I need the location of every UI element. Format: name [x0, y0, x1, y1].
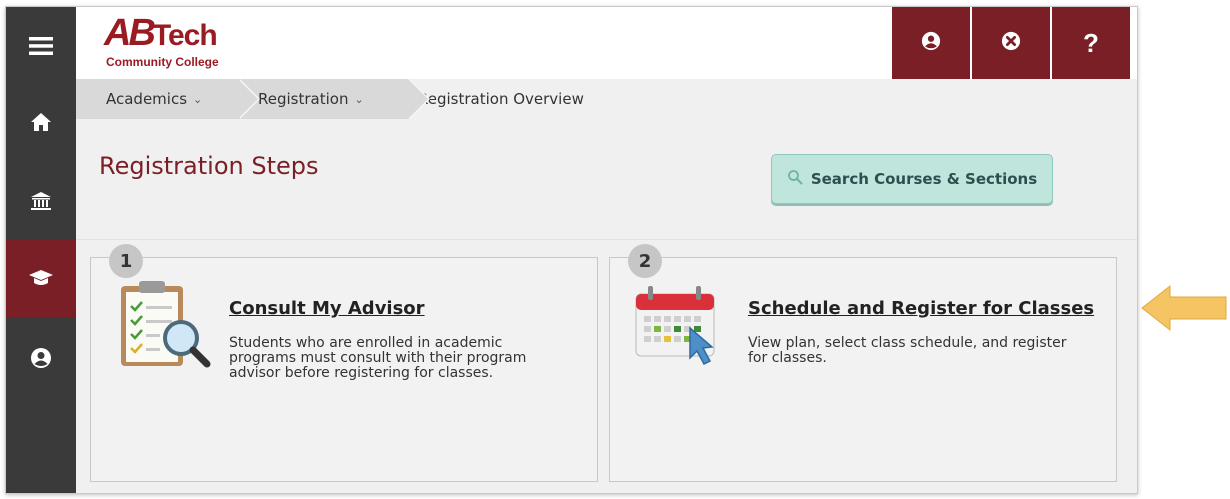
profile-button[interactable]	[892, 7, 970, 79]
chevron-down-icon: ⌄	[354, 92, 364, 106]
step-description: Students who are enrolled in academic pr…	[229, 335, 527, 381]
calendar-cursor-icon	[632, 278, 732, 374]
chevron-down-icon: ⌄	[193, 92, 203, 106]
user-circle-icon	[921, 31, 941, 55]
breadcrumb-label: Academics	[106, 90, 188, 108]
sidebar-item-academics[interactable]	[6, 239, 76, 317]
clipboard-magnifier-icon	[113, 278, 213, 374]
header: ABTech Community College ?	[76, 7, 1137, 79]
sidebar-item-institution[interactable]	[6, 162, 76, 240]
logo-main-text: AB	[104, 12, 156, 54]
college-logo[interactable]: ABTech Community College	[104, 13, 234, 73]
app-frame: ABTech Community College ? Academics ⌄ R…	[5, 6, 1138, 494]
home-icon	[30, 112, 52, 132]
sidebar-item-profile[interactable]	[6, 319, 76, 397]
step-title-link[interactable]: Consult My Advisor	[229, 298, 425, 319]
search-courses-button[interactable]: Search Courses & Sections	[771, 154, 1053, 204]
menu-icon	[29, 36, 53, 56]
divider	[76, 239, 1137, 240]
search-button-label: Search Courses & Sections	[810, 170, 1038, 188]
graduation-cap-icon	[28, 269, 54, 287]
breadcrumb: Academics ⌄ Registration ⌄ Registration …	[76, 79, 1137, 119]
step-title-link[interactable]: Schedule and Register for Classes	[748, 298, 1094, 319]
menu-button[interactable]	[6, 7, 76, 85]
logo-subtitle: Community College	[106, 55, 219, 69]
breadcrumb-item-current: Registration Overview	[408, 79, 628, 119]
breadcrumb-label: Registration	[258, 90, 349, 108]
pointer-arrow-icon	[1140, 283, 1228, 337]
user-circle-icon	[30, 347, 52, 369]
sign-out-button[interactable]	[972, 7, 1050, 79]
close-circle-icon	[1001, 31, 1021, 55]
step-description: View plan, select class schedule, and re…	[748, 335, 1067, 366]
search-icon	[787, 169, 803, 189]
help-button[interactable]: ?	[1052, 7, 1130, 79]
page-title: Registration Steps	[99, 152, 319, 180]
help-icon: ?	[1083, 27, 1099, 58]
breadcrumb-item-academics[interactable]: Academics ⌄	[76, 79, 260, 119]
side-nav	[6, 7, 76, 493]
step-number-badge: 2	[628, 244, 662, 278]
step-card-schedule-register: 2 Schedule and Register for Classes View…	[609, 244, 1117, 482]
step-card-consult-advisor: 1 Consult My Advisor Students who are en…	[90, 244, 598, 482]
breadcrumb-label: Registration Overview	[418, 90, 584, 108]
step-number-badge: 1	[109, 244, 143, 278]
breadcrumb-item-registration[interactable]: Registration ⌄	[238, 79, 430, 119]
logo-tech-text: Tech	[152, 19, 218, 52]
sidebar-item-home[interactable]	[6, 83, 76, 161]
bank-icon	[30, 191, 52, 211]
